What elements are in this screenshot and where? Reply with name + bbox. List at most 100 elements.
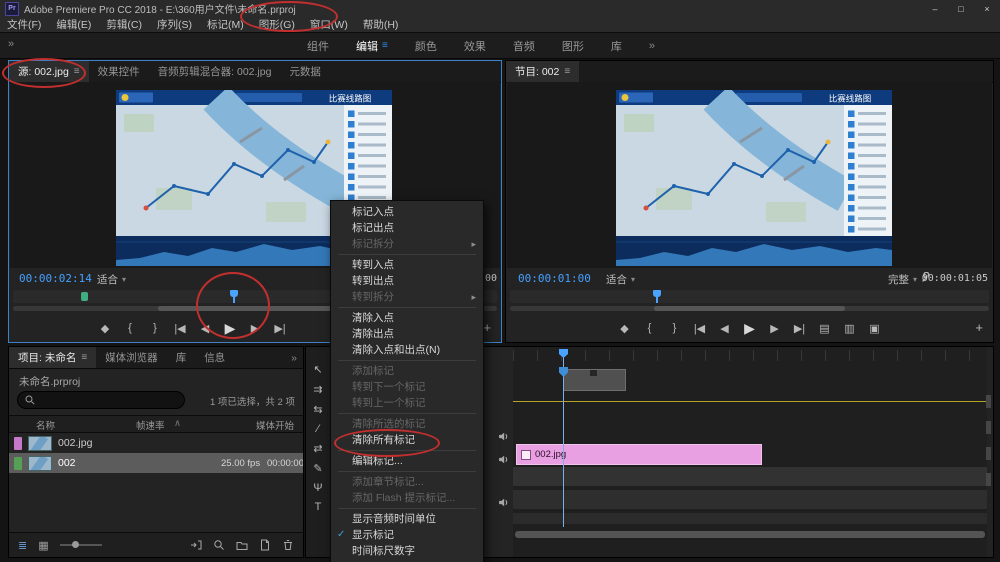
- item-name[interactable]: 002.jpg: [58, 437, 92, 449]
- add-marker-button[interactable]: ◆: [99, 322, 111, 335]
- track-resize-handle[interactable]: [986, 395, 991, 408]
- workspace-overflow-left-icon[interactable]: »: [8, 38, 14, 50]
- button-editor-plus[interactable]: +: [975, 320, 983, 335]
- label-color-swatch[interactable]: [14, 457, 22, 470]
- zoom-handle[interactable]: [158, 306, 352, 311]
- timeline-ruler[interactable]: [513, 350, 987, 361]
- label-color-swatch[interactable]: [14, 437, 22, 450]
- program-zoom-bar[interactable]: [510, 306, 989, 311]
- audio-track-speaker-icon[interactable]: [498, 431, 509, 442]
- search-box[interactable]: [17, 391, 185, 409]
- workspace-tab-graphics[interactable]: 图形: [562, 38, 584, 54]
- menu-help[interactable]: 帮助(H): [363, 17, 399, 32]
- pen-tool[interactable]: ✎: [313, 462, 322, 475]
- tab-audio-clip-mixer[interactable]: 音频剪辑混合器: 002.jpg: [149, 61, 281, 82]
- audio-track-speaker-icon[interactable]: [498, 454, 509, 465]
- context-menu-item-goto-in[interactable]: 转到入点: [331, 257, 483, 273]
- timeline-clip-gray[interactable]: [563, 369, 626, 391]
- workspace-tab-assembly[interactable]: 组件: [307, 38, 329, 54]
- goto-in-button[interactable]: |◀: [174, 322, 186, 335]
- step-forward-button[interactable]: ▶: [249, 322, 261, 335]
- track-resize-handle[interactable]: [986, 447, 991, 460]
- step-back-button[interactable]: ◀: [719, 322, 731, 335]
- workspace-tab-menu-icon[interactable]: ≡: [382, 40, 388, 51]
- timeline-tracks[interactable]: 002.jpg: [513, 347, 987, 557]
- type-tool[interactable]: T: [315, 501, 322, 513]
- workspace-tab-libraries[interactable]: 库: [611, 38, 622, 54]
- tab-info[interactable]: 信息: [195, 347, 234, 368]
- column-frame-rate[interactable]: 帧速率: [136, 418, 165, 432]
- audio-track-lane[interactable]: [513, 467, 987, 486]
- tab-libraries[interactable]: 库: [167, 347, 196, 368]
- goto-out-button[interactable]: ▶|: [794, 322, 806, 335]
- playback-resolution-dropdown[interactable]: 完整▾: [888, 272, 917, 287]
- slider-knob[interactable]: [72, 541, 79, 548]
- list-view-icon[interactable]: ≣: [18, 539, 27, 552]
- search-input[interactable]: [40, 394, 154, 407]
- context-menu-item-mark-in[interactable]: 标记入点: [331, 204, 483, 220]
- timeline-horizontal-scrollbar[interactable]: [515, 531, 985, 538]
- tab-metadata[interactable]: 元数据: [280, 61, 330, 82]
- maximize-button[interactable]: □: [948, 0, 974, 17]
- zoom-handle[interactable]: [654, 306, 846, 311]
- workspace-tab-effects[interactable]: 效果: [464, 38, 486, 54]
- slip-tool[interactable]: ⇄: [313, 442, 322, 455]
- new-bin-icon[interactable]: [236, 539, 248, 551]
- menu-markers[interactable]: 标记(M): [207, 17, 244, 32]
- new-item-icon[interactable]: [259, 539, 271, 551]
- program-zoom-dropdown[interactable]: 适合▾: [606, 272, 635, 287]
- menu-clip[interactable]: 剪辑(C): [106, 17, 142, 32]
- ripple-edit-tool[interactable]: ⇆: [313, 403, 322, 416]
- menu-graphics[interactable]: 图形(G): [259, 17, 295, 32]
- play-button[interactable]: ▶: [224, 320, 236, 337]
- audio-track-lane[interactable]: [513, 490, 987, 509]
- tab-program[interactable]: 节目: 002≡: [506, 61, 579, 82]
- audio-track-speaker-icon[interactable]: [498, 497, 509, 508]
- selection-tool[interactable]: ↖: [313, 363, 322, 376]
- program-scrubber[interactable]: [510, 290, 989, 303]
- menu-sequence[interactable]: 序列(S): [157, 17, 192, 32]
- button-editor-plus[interactable]: +: [483, 320, 491, 335]
- context-menu-item-edit-marker[interactable]: 编辑标记...: [331, 453, 483, 469]
- workspace-tab-audio[interactable]: 音频: [513, 38, 535, 54]
- minimize-button[interactable]: –: [922, 0, 948, 17]
- timeline-clip-002jpg[interactable]: 002.jpg: [516, 444, 762, 465]
- panel-menu-icon[interactable]: ≡: [74, 66, 80, 77]
- audio-track-lane[interactable]: [513, 513, 987, 524]
- tab-source[interactable]: 源: 002.jpg≡: [9, 61, 89, 82]
- source-timecode[interactable]: 00:00:02:14: [19, 272, 92, 285]
- context-menu-item-time-ruler-numbers[interactable]: 时间标尺数字: [331, 543, 483, 559]
- context-menu-item-clear-out[interactable]: 清除出点: [331, 326, 483, 342]
- program-timecode[interactable]: 00:00:01:00: [518, 272, 591, 285]
- clear-trash-icon[interactable]: [282, 539, 294, 551]
- clip-marker[interactable]: [81, 292, 88, 301]
- razor-tool[interactable]: ∕: [317, 423, 319, 435]
- panel-menu-icon[interactable]: ≡: [81, 352, 87, 363]
- source-playhead[interactable]: [233, 290, 235, 303]
- mark-out-button[interactable]: }: [149, 322, 161, 334]
- hand-tool[interactable]: Ψ: [313, 482, 322, 494]
- context-menu-item-mark-out[interactable]: 标记出点: [331, 220, 483, 236]
- menu-file[interactable]: 文件(F): [7, 17, 41, 32]
- item-name[interactable]: 002: [58, 457, 76, 469]
- context-menu-item-show-audio-time-units[interactable]: 显示音频时间单位: [331, 511, 483, 527]
- tab-effect-controls[interactable]: 效果控件: [89, 61, 149, 82]
- track-resize-handle[interactable]: [986, 421, 991, 434]
- mark-in-button[interactable]: {: [124, 322, 136, 334]
- source-zoom-dropdown[interactable]: 适合▾: [97, 272, 126, 287]
- step-back-button[interactable]: ◀: [199, 322, 211, 335]
- column-media-start[interactable]: 媒体开始: [256, 418, 294, 432]
- context-menu-item-clear-in[interactable]: 清除入点: [331, 310, 483, 326]
- panel-menu-icon[interactable]: ≡: [564, 66, 570, 77]
- add-marker-button[interactable]: ◆: [619, 322, 631, 335]
- menu-window[interactable]: 窗口(W): [310, 17, 348, 32]
- panel-overflow-icon[interactable]: »: [285, 347, 303, 368]
- project-item-002-sequence[interactable]: 002 25.00 fps 00:00:00:0: [9, 453, 303, 473]
- workspace-overflow-right-icon[interactable]: »: [649, 40, 655, 52]
- program-playhead[interactable]: [656, 290, 658, 303]
- project-item-002jpg[interactable]: 002.jpg: [9, 433, 303, 453]
- track-select-tool[interactable]: ⇉: [313, 383, 322, 396]
- goto-in-button[interactable]: |◀: [694, 322, 706, 335]
- workspace-tab-editing[interactable]: 编辑≡: [356, 38, 388, 54]
- find-icon[interactable]: [213, 539, 225, 551]
